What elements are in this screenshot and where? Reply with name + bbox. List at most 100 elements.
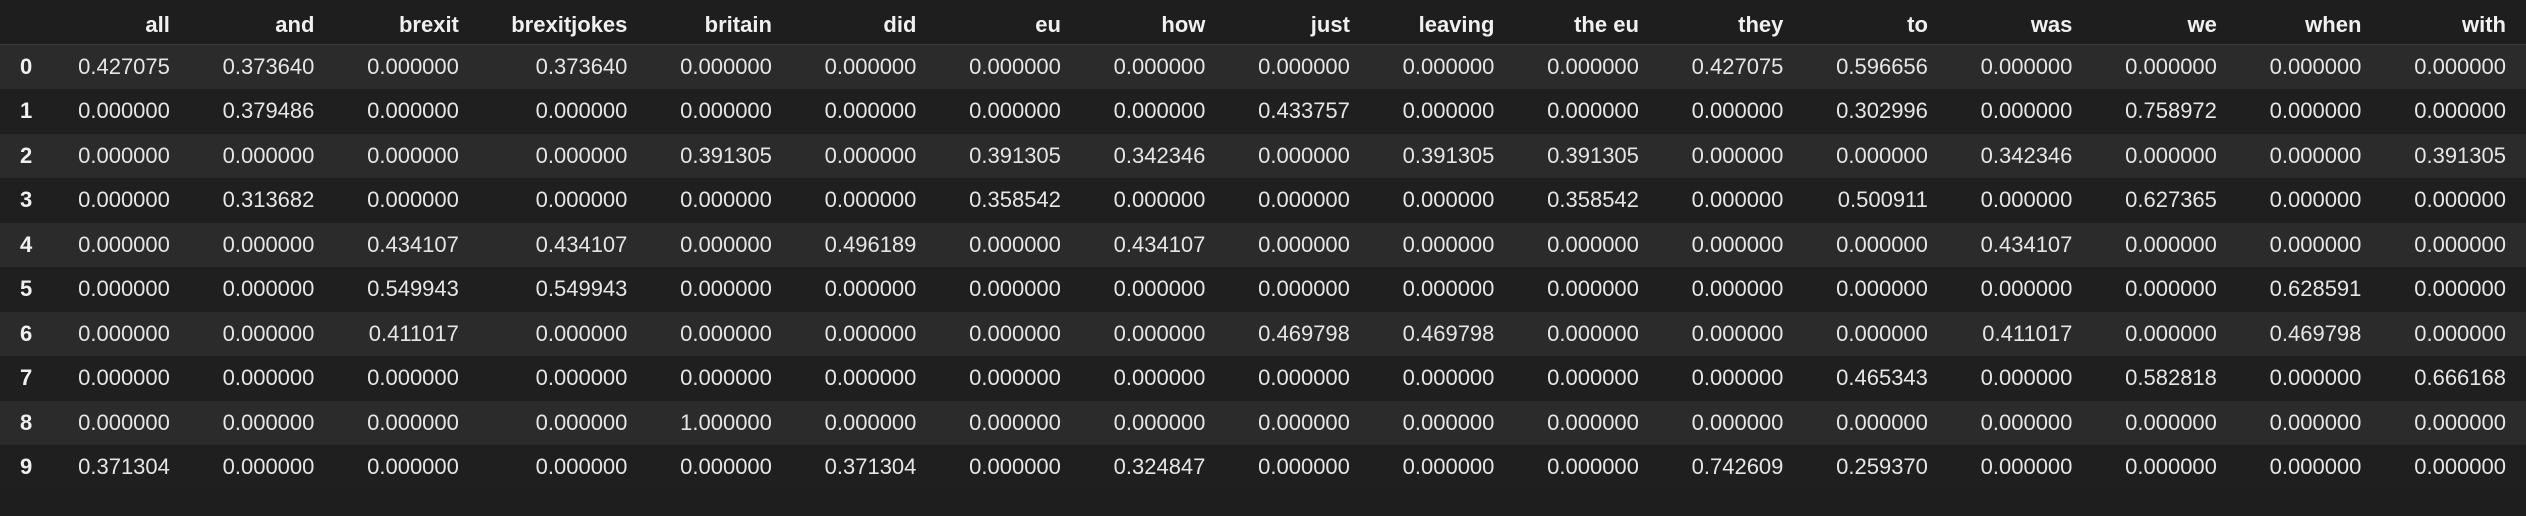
table-cell: 0.000000 xyxy=(680,276,772,302)
table-cell: 0.000000 xyxy=(680,54,772,79)
table-cell: 0.000000 xyxy=(2414,98,2506,124)
row-index: 7 xyxy=(20,365,33,391)
table-cell: 0.000000 xyxy=(78,320,170,346)
table-cell: 0.000000 xyxy=(1258,142,1350,168)
table-cell: 0.000000 xyxy=(535,454,628,480)
table-cell: 0.000000 xyxy=(2269,231,2362,257)
table-cell: 0.000000 xyxy=(1402,276,1495,302)
table-cell: 0.000000 xyxy=(1691,276,1784,302)
table-cell: 0.000000 xyxy=(1402,187,1495,213)
table-cell: 0.000000 xyxy=(824,187,917,213)
table-row: 6 0.000000 0.000000 0.411017 0.000000 0.00000… xyxy=(0,311,2526,356)
row-index: 5 xyxy=(20,276,33,302)
dataframe-output: all and brexit brexitjokes britain did eu how ju… xyxy=(0,0,2526,516)
table-cell: 0.000000 xyxy=(824,409,917,435)
table-cell: 0.627365 xyxy=(2125,187,2217,213)
dataframe-table: all and brexit brexitjokes britain did eu how ju… xyxy=(0,6,2526,490)
table-cell: 0.000000 xyxy=(367,409,459,435)
table-cell: 0.000000 xyxy=(2414,454,2506,480)
table-cell: 0.000000 xyxy=(1691,98,1784,124)
table-cell: 0.000000 xyxy=(2125,54,2217,79)
table-cell: 0.000000 xyxy=(222,320,315,346)
table-cell: 0.000000 xyxy=(969,365,1061,391)
column-header: the eu xyxy=(1514,6,1659,45)
table-cell: 0.000000 xyxy=(1691,320,1784,346)
table-cell: 0.391305 xyxy=(2414,142,2506,168)
table-cell: 0.000000 xyxy=(535,142,628,168)
table-cell: 0.000000 xyxy=(222,276,315,302)
table-cell: 0.342346 xyxy=(1113,142,1206,168)
table-cell: 0.000000 xyxy=(1402,409,1495,435)
column-header: did xyxy=(791,6,937,45)
column-header: they xyxy=(1658,6,1804,45)
table-cell: 0.549943 xyxy=(367,276,459,302)
table-cell: 0.000000 xyxy=(824,276,917,302)
column-header: just xyxy=(1225,6,1370,45)
table-cell: 0.742609 xyxy=(1691,454,1784,480)
index-header xyxy=(0,6,36,45)
table-cell: 0.000000 xyxy=(535,320,628,346)
table-cell: 0.434107 xyxy=(1980,231,2073,257)
table-row: 9 0.371304 0.000000 0.000000 0.000000 0.00000… xyxy=(0,445,2526,490)
row-index: 9 xyxy=(20,454,33,480)
table-cell: 0.000000 xyxy=(367,98,459,124)
row-index: 4 xyxy=(20,231,33,257)
table-cell: 0.000000 xyxy=(1258,365,1350,391)
table-cell: 0.000000 xyxy=(1691,231,1784,257)
table-cell: 0.373640 xyxy=(535,54,628,79)
table-cell: 0.000000 xyxy=(2125,409,2217,435)
table-cell: 0.000000 xyxy=(1258,54,1350,79)
table-cell: 0.000000 xyxy=(1836,320,1928,346)
table-cell: 0.434107 xyxy=(535,231,628,257)
table-cell: 0.411017 xyxy=(1982,320,2073,346)
table-cell: 0.000000 xyxy=(969,98,1061,124)
column-header: how xyxy=(1080,6,1226,45)
table-cell: 0.379486 xyxy=(222,98,315,124)
table-cell: 1.000000 xyxy=(680,409,772,435)
table-cell: 0.000000 xyxy=(367,142,459,168)
table-cell: 0.000000 xyxy=(824,98,917,124)
table-cell: 0.427075 xyxy=(1691,54,1784,79)
column-header: was xyxy=(1947,6,2093,45)
table-cell: 0.000000 xyxy=(1113,187,1206,213)
table-cell: 0.000000 xyxy=(2414,54,2506,79)
table-cell: 0.000000 xyxy=(222,454,315,480)
table-cell: 0.000000 xyxy=(535,98,628,124)
column-header: all xyxy=(35,6,190,45)
table-row: 8 0.000000 0.000000 0.000000 0.000000 1.00000… xyxy=(0,400,2526,445)
column-header: leaving xyxy=(1369,6,1515,45)
table-row: 4 0.000000 0.000000 0.434107 0.434107 0.00000… xyxy=(0,222,2526,267)
table-cell: 0.373640 xyxy=(222,54,315,79)
table-cell: 0.000000 xyxy=(78,365,170,391)
table-row: 3 0.000000 0.313682 0.000000 0.000000 0.00000… xyxy=(0,178,2526,223)
table-cell: 0.000000 xyxy=(1547,454,1639,480)
table-cell: 0.259370 xyxy=(1836,454,1928,480)
column-header: we xyxy=(2092,6,2237,45)
table-row: 0 0.427075 0.373640 0.000000 0.373640 0.00000… xyxy=(0,44,2526,89)
table-cell: 0.465343 xyxy=(1836,365,1928,391)
table-cell: 0.000000 xyxy=(680,231,772,257)
table-cell: 0.000000 xyxy=(367,454,459,480)
table-cell: 0.000000 xyxy=(2414,320,2506,346)
table-cell: 0.391305 xyxy=(969,142,1061,168)
row-index: 8 xyxy=(20,409,33,435)
table-cell: 0.000000 xyxy=(680,187,772,213)
table-cell: 0.000000 xyxy=(1547,54,1639,79)
table-cell: 0.000000 xyxy=(2269,409,2362,435)
table-cell: 0.000000 xyxy=(2125,231,2217,257)
table-row: 1 0.000000 0.379486 0.000000 0.000000 0.00000… xyxy=(0,89,2526,134)
table-cell: 0.758972 xyxy=(2125,98,2217,124)
table-row: 2 0.000000 0.000000 0.000000 0.000000 0.39130… xyxy=(0,133,2526,178)
table-cell: 0.000000 xyxy=(222,142,315,168)
table-cell: 0.000000 xyxy=(680,320,772,346)
table-cell: 0.469798 xyxy=(2269,320,2362,346)
table-cell: 0.000000 xyxy=(1691,409,1784,435)
table-cell: 0.000000 xyxy=(1980,454,2073,480)
table-cell: 0.000000 xyxy=(1258,276,1350,302)
table-cell: 0.000000 xyxy=(1402,98,1495,124)
table-cell: 0.000000 xyxy=(1547,320,1639,346)
table-cell: 0.000000 xyxy=(680,454,772,480)
row-index: 3 xyxy=(20,187,33,213)
table-cell: 0.000000 xyxy=(78,231,170,257)
table-cell: 0.000000 xyxy=(969,454,1061,480)
